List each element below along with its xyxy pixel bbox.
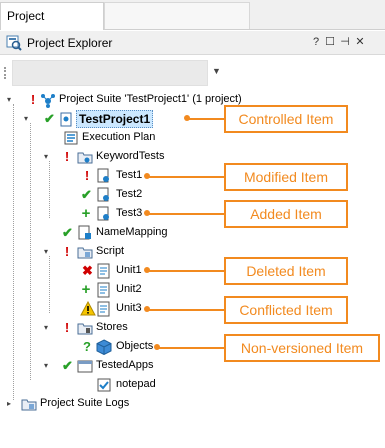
callout-leader <box>144 210 224 216</box>
script-unit-icon <box>97 301 110 317</box>
notepad-app-icon <box>97 378 111 392</box>
logs-folder-icon <box>21 399 37 411</box>
tree-label: Execution Plan <box>82 131 156 143</box>
tree-item-logs[interactable]: ▸ Project Suite Logs <box>0 394 385 413</box>
deleted-status-icon: ✖ <box>82 263 93 278</box>
tree-label: Unit3 <box>116 302 142 314</box>
warning-icon <box>80 301 96 316</box>
callout-conflicted: Conflicted Item <box>224 296 348 324</box>
modified-status-icon: ! <box>64 244 70 259</box>
tree-label: Test3 <box>116 207 143 219</box>
non-versioned-status-icon: ? <box>83 339 91 354</box>
selected-tree-label: TestProject1 <box>76 110 154 128</box>
keyword-test-icon <box>97 187 109 202</box>
objects-cube-icon <box>96 339 112 355</box>
tab-project-workspace[interactable]: Project Workspace <box>0 2 104 49</box>
tree-label: notepad <box>116 378 156 390</box>
added-status-icon: + <box>81 281 91 298</box>
tree-label: Script <box>96 245 125 257</box>
keyword-tests-folder-icon <box>77 152 93 164</box>
expand-icon[interactable]: ▸ <box>4 394 14 413</box>
controlled-status-icon: ✔ <box>81 187 92 202</box>
tree-label: NameMapping <box>96 226 168 238</box>
document-tab-strip: Project Workspace <box>0 0 385 49</box>
collapse-icon[interactable]: ▾ <box>41 242 51 261</box>
callout-nonversioned: Non-versioned Item <box>224 334 380 362</box>
project-icon <box>60 112 72 127</box>
callout-leader <box>144 306 224 312</box>
tree-label: Stores <box>96 321 128 333</box>
added-status-icon: + <box>81 205 91 222</box>
pin-button[interactable]: ⊣ <box>339 35 351 49</box>
panel-title: Project Explorer <box>27 36 113 50</box>
script-unit-icon <box>97 282 110 298</box>
project-explorer-header: Project Explorer ? ☐ ⊣ ✕ <box>0 31 385 55</box>
modified-status-icon: ! <box>30 92 36 107</box>
tab-empty[interactable] <box>104 2 250 29</box>
controlled-status-icon: ✔ <box>62 358 73 373</box>
tree-label: Test2 <box>116 188 143 200</box>
tree-label: Unit1 <box>116 264 142 276</box>
controlled-status-icon: ✔ <box>62 225 73 240</box>
script-unit-icon <box>97 263 110 279</box>
filter-combo[interactable] <box>12 60 208 86</box>
tree-label: Project Suite 'TestProject1' (1 project) <box>59 93 242 105</box>
collapse-icon[interactable]: ▾ <box>41 147 51 166</box>
tree-label: KeywordTests <box>96 150 165 162</box>
script-folder-icon <box>77 247 93 259</box>
callout-leader <box>184 115 224 121</box>
callout-leader <box>144 267 224 273</box>
callout-controlled: Controlled Item <box>224 105 348 133</box>
maximize-button[interactable]: ☐ <box>324 35 336 49</box>
toolbar-grip[interactable] <box>4 67 8 79</box>
tree-label: TestedApps <box>96 359 154 371</box>
keyword-test-icon <box>97 168 109 183</box>
callout-added: Added Item <box>224 200 348 228</box>
controlled-status-icon: ✔ <box>44 111 55 126</box>
keyword-test-icon <box>97 206 109 221</box>
collapse-icon[interactable]: ▾ <box>21 109 31 128</box>
project-explorer-icon <box>6 35 22 51</box>
callout-modified: Modified Item <box>224 163 348 191</box>
callout-leader <box>144 173 224 179</box>
name-mapping-icon <box>78 225 91 240</box>
tree-label: Unit2 <box>116 283 142 295</box>
tree-label: Objects <box>116 340 154 352</box>
tested-apps-icon <box>77 360 93 373</box>
collapse-icon[interactable]: ▾ <box>41 356 51 375</box>
modified-status-icon: ! <box>84 168 90 183</box>
tree-item-notepad[interactable]: notepad <box>0 375 385 394</box>
collapse-icon[interactable]: ▾ <box>41 318 51 337</box>
chevron-down-icon[interactable]: ▼ <box>212 66 221 76</box>
callout-deleted: Deleted Item <box>224 257 348 285</box>
execution-plan-icon <box>64 131 78 145</box>
tree-label: Test1 <box>116 169 143 181</box>
callout-leader <box>154 344 224 350</box>
close-panel-button[interactable]: ✕ <box>354 35 366 49</box>
stores-folder-icon <box>77 323 93 335</box>
project-suite-icon <box>41 94 55 108</box>
help-button[interactable]: ? <box>310 35 322 49</box>
modified-status-icon: ! <box>64 149 70 164</box>
explorer-toolbar: ▼ <box>0 56 385 90</box>
modified-status-icon: ! <box>64 320 70 335</box>
collapse-icon[interactable]: ▾ <box>4 90 14 109</box>
tree-label: Project Suite Logs <box>40 397 130 409</box>
